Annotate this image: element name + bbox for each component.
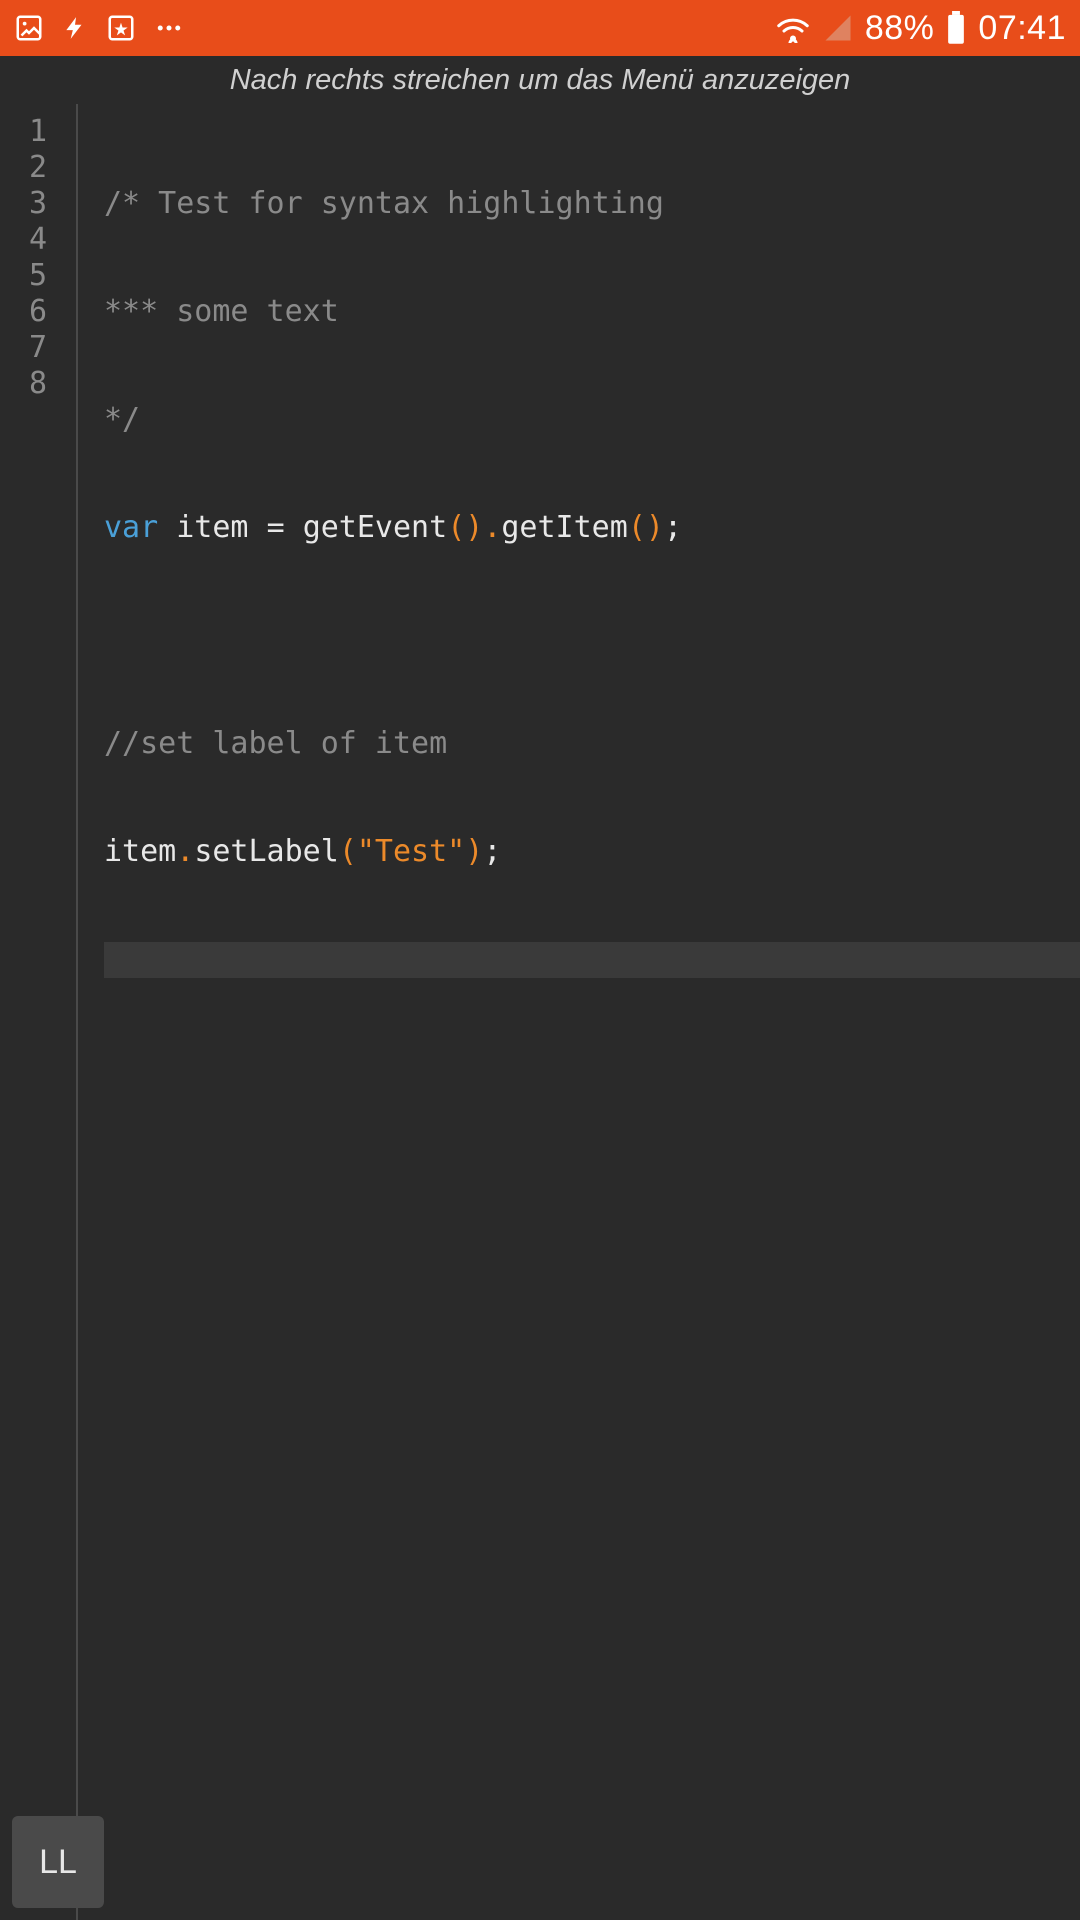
code-line: */ bbox=[104, 402, 1080, 438]
code-line: *** some text bbox=[104, 294, 1080, 330]
clock: 07:41 bbox=[978, 9, 1066, 48]
paren-token: ) bbox=[646, 510, 664, 545]
line-number: 4 bbox=[0, 222, 76, 258]
ident-token: getEvent bbox=[303, 510, 448, 545]
line-number: 6 bbox=[0, 294, 76, 330]
ident-token: item bbox=[176, 510, 248, 545]
ll-button[interactable]: LL bbox=[12, 1816, 104, 1908]
paren-token: ( bbox=[628, 510, 646, 545]
more-icon bbox=[154, 13, 184, 43]
keyword-token: var bbox=[104, 510, 158, 545]
line-number: 2 bbox=[0, 150, 76, 186]
hint-bar[interactable]: Nach rechts streichen um das Menü anzuze… bbox=[0, 56, 1080, 104]
battery-icon bbox=[946, 11, 966, 45]
line-number: 1 bbox=[0, 114, 76, 150]
bolt-icon bbox=[62, 13, 88, 43]
dot-token: . bbox=[176, 834, 194, 869]
comment-token: //set label of item bbox=[104, 726, 447, 761]
word-doc-icon: ★ bbox=[106, 13, 136, 43]
code-line: var item = getEvent().getItem(); bbox=[104, 510, 1080, 546]
comment-token: *** some text bbox=[104, 294, 339, 329]
status-left: ★ bbox=[14, 13, 184, 43]
ident-token: getItem bbox=[501, 510, 627, 545]
line-number: 8 bbox=[0, 366, 76, 402]
line-number: 5 bbox=[0, 258, 76, 294]
code-line bbox=[104, 942, 1080, 978]
code-line: item.setLabel("Test"); bbox=[104, 834, 1080, 870]
ll-label: LL bbox=[39, 1843, 77, 1882]
paren-token: ) bbox=[465, 834, 483, 869]
ident-token: setLabel bbox=[194, 834, 339, 869]
paren-token: ( bbox=[447, 510, 465, 545]
svg-text:★: ★ bbox=[114, 21, 128, 38]
semi-token: ; bbox=[483, 834, 501, 869]
code-area[interactable]: /* Test for syntax highlighting *** some… bbox=[78, 104, 1080, 1920]
hint-text: Nach rechts streichen um das Menü anzuze… bbox=[230, 64, 851, 97]
paren-token: ) bbox=[465, 510, 483, 545]
ident-token: item bbox=[104, 834, 176, 869]
line-number: 3 bbox=[0, 186, 76, 222]
status-right: 88% 07:41 bbox=[775, 9, 1066, 48]
wifi-icon bbox=[775, 13, 811, 43]
line-number: 7 bbox=[0, 330, 76, 366]
code-line: //set label of item bbox=[104, 726, 1080, 762]
status-bar: ★ 88% 07:41 bbox=[0, 0, 1080, 56]
image-icon bbox=[14, 13, 44, 43]
line-number-gutter: 1 2 3 4 5 6 7 8 bbox=[0, 104, 78, 1920]
code-line: /* Test for syntax highlighting bbox=[104, 186, 1080, 222]
paren-token: ( bbox=[339, 834, 357, 869]
op-token: = bbox=[267, 510, 285, 545]
battery-pct: 88% bbox=[865, 9, 935, 48]
semi-token: ; bbox=[664, 510, 682, 545]
comment-token: */ bbox=[104, 402, 140, 437]
dot-token: . bbox=[483, 510, 501, 545]
cell-signal-icon bbox=[823, 13, 853, 43]
code-line bbox=[104, 618, 1080, 654]
code-editor[interactable]: 1 2 3 4 5 6 7 8 /* Test for syntax highl… bbox=[0, 104, 1080, 1920]
string-token: "Test" bbox=[357, 834, 465, 869]
comment-token: /* Test for syntax highlighting bbox=[104, 186, 664, 221]
